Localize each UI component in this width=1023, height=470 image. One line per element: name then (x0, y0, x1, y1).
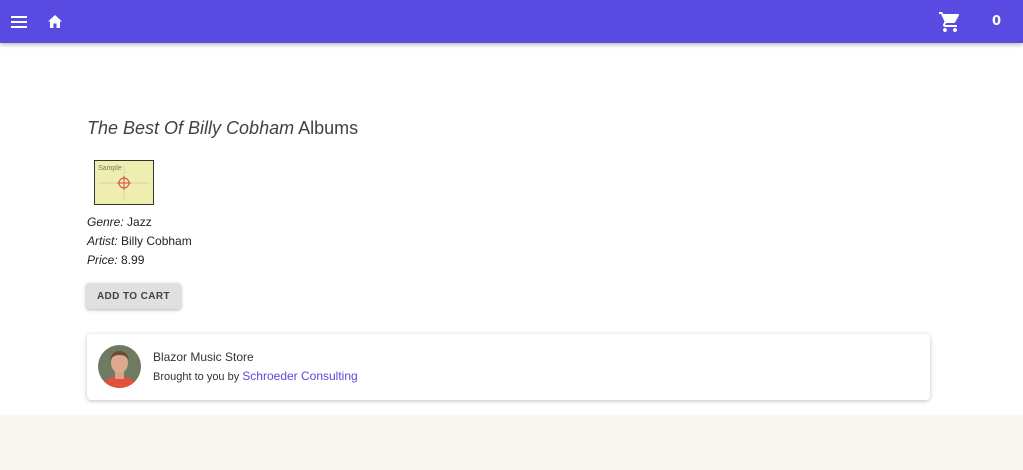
home-button[interactable] (42, 0, 68, 43)
price-row: Price: 8.99 (87, 251, 192, 270)
price-value: 8.99 (121, 253, 145, 267)
menu-button[interactable] (6, 0, 32, 43)
album-title: The Best Of Billy Cobham (87, 118, 295, 138)
artist-value: Billy Cobham (121, 234, 192, 248)
card-title: Blazor Music Store (153, 350, 254, 364)
title-suffix: Albums (298, 118, 359, 138)
person-avatar-icon (98, 345, 141, 388)
app-bar: 0 (0, 0, 1023, 43)
store-info-card: Blazor Music Store Brought to you by Sch… (87, 334, 930, 400)
genre-value: Jazz (127, 215, 152, 229)
price-label: Price: (87, 253, 118, 267)
cart-icon (939, 11, 960, 32)
home-icon (48, 15, 62, 28)
cart-button[interactable] (934, 0, 966, 43)
card-subtitle-prefix: Brought to you by (153, 371, 240, 383)
main-content: The Best Of Billy Cobham Albums Sample G… (0, 43, 1023, 415)
album-cover-image: Sample (94, 160, 154, 205)
menu-icon (11, 15, 27, 28)
card-subtitle: Brought to you by Schroeder Consulting (153, 369, 358, 383)
artist-label: Artist: (87, 234, 118, 248)
avatar (98, 345, 141, 388)
crosshair-icon (99, 165, 149, 201)
artist-row: Artist: Billy Cobham (87, 232, 192, 251)
genre-row: Genre: Jazz (87, 213, 192, 232)
album-details: Genre: Jazz Artist: Billy Cobham Price: … (87, 213, 192, 270)
page-title: The Best Of Billy Cobham Albums (87, 118, 358, 139)
schroeder-consulting-link[interactable]: Schroeder Consulting (242, 369, 357, 383)
add-to-cart-button[interactable]: ADD TO CART (86, 283, 181, 309)
genre-label: Genre: (87, 215, 124, 229)
cart-count: 0 (992, 14, 1002, 29)
